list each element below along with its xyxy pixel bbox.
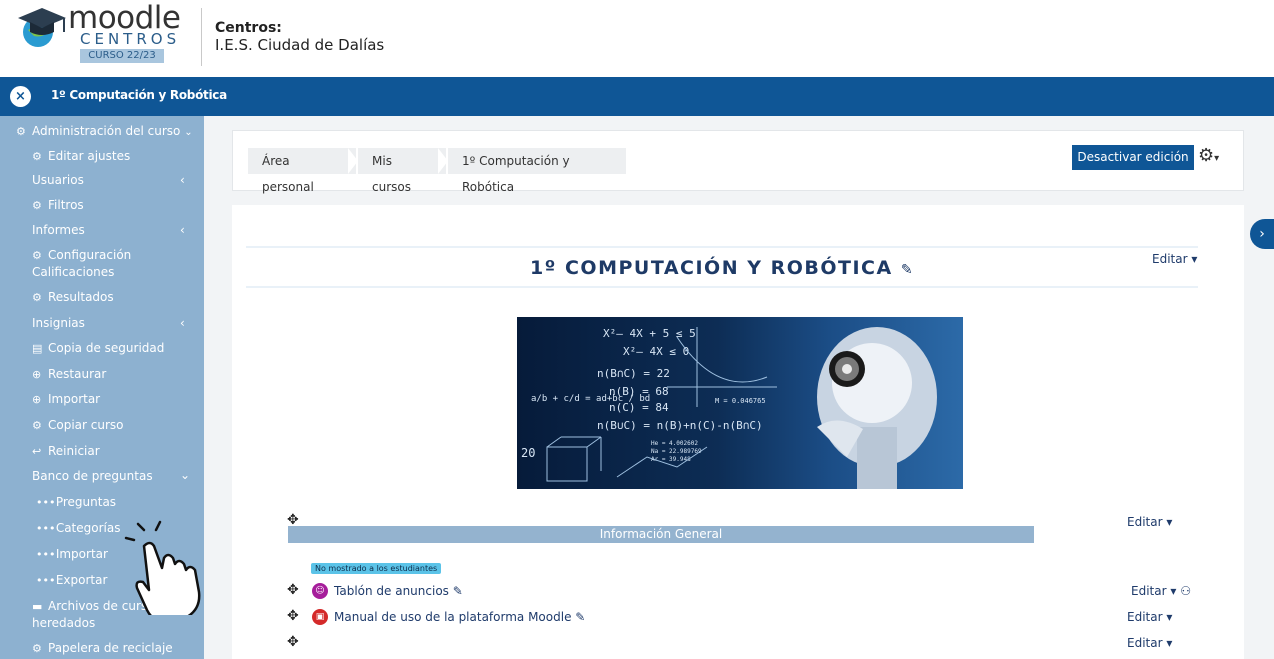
sidebar-item-resultados[interactable]: ⚙ Resultados — [32, 290, 114, 304]
banner-formula: He = 4.002602 — [651, 440, 698, 447]
banner-formula: n(B∪C) = n(B)+n(C)-n(B∩C) — [597, 419, 763, 432]
banner-formula: X²– 4X ≤ 0 — [623, 345, 689, 358]
drawer-toggle-chevron-right-icon[interactable]: › — [1250, 219, 1274, 249]
banner-formula: X²– 4X + 5 ≤ 5 — [603, 327, 696, 340]
activity-link-manual[interactable]: Manual de uso de la plataforma Moodle ✎ — [334, 610, 585, 624]
logo-curso-badge: CURSO 22/23 — [80, 49, 164, 63]
hand-pointer-cursor-icon — [124, 520, 201, 615]
sidebar-item-exportar[interactable]: ••• Exportar — [36, 573, 107, 587]
breadcrumb-item-course[interactable]: 1º Computación y Robótica — [448, 148, 626, 194]
move-icon[interactable]: ✥ — [287, 582, 299, 598]
course-title: 1º COMPUTACIÓN Y ROBÓTICA ✎ — [529, 257, 915, 279]
section-editar-menu[interactable]: Editar ▾ — [1127, 515, 1172, 529]
dots-icon: ••• — [36, 574, 56, 587]
ai-math-banner: X²– 4X + 5 ≤ 5 X²– 4X ≤ 0 n(B∩C) = 22 n(… — [521, 327, 937, 489]
sidebar-item-administracion[interactable]: ⚙ Administración del curso ⌄ — [16, 124, 193, 138]
sidebar-item-restaurar[interactable]: ⊕ Restaurar — [32, 367, 106, 381]
activity-editar-menu[interactable]: Editar ▾ ⚇ — [1131, 584, 1191, 598]
upload-icon: ⊕ — [32, 393, 42, 406]
centro-label: Centros: — [215, 20, 282, 36]
dots-icon: ••• — [36, 548, 56, 561]
sidebar-item-informes[interactable]: Informes — [32, 223, 85, 237]
chevron-left-icon: ‹ — [180, 316, 185, 330]
move-icon[interactable]: ✥ — [287, 634, 299, 650]
gears-icon: ⚙ — [32, 291, 42, 304]
gears-icon: ⚙ — [16, 125, 26, 138]
pdf-icon: ▣ — [312, 609, 328, 625]
pencil-edit-icon[interactable]: ✎ — [575, 610, 585, 624]
top-navbar: × 1º Computación y Robótica — [0, 77, 1274, 116]
robot-head-illustration — [817, 327, 937, 489]
sidebar-item-reiniciar[interactable]: ↩ Reiniciar — [32, 444, 100, 458]
logo-centros: CENTROS — [80, 30, 181, 48]
section-name-informacion-general[interactable]: Información General — [288, 526, 1034, 543]
caret-down-icon: ▾ — [1214, 153, 1220, 164]
backup-icon: ▤ — [32, 342, 43, 355]
banner-formula: M = 0.046765 — [715, 397, 766, 405]
sidebar-item-preguntas[interactable]: ••• Preguntas — [36, 495, 116, 509]
sidebar-item-editar-ajustes[interactable]: ⚙ Editar ajustes — [32, 149, 130, 163]
sidebar-item-importar[interactable]: ⊕ Importar — [32, 392, 100, 406]
chevron-left-icon: ‹ — [180, 173, 185, 187]
gears-icon: ⚙ — [32, 150, 42, 163]
centro-name: I.E.S. Ciudad de Dalías — [215, 36, 385, 54]
banner-formula: a/b + c/d = ad+bc / bd — [531, 394, 650, 404]
header-divider — [201, 8, 202, 66]
sidebar-item-usuarios[interactable]: Usuarios — [32, 173, 84, 187]
chevron-left-icon: ‹ — [180, 223, 185, 237]
gears-icon: ⚙ — [32, 249, 42, 262]
forum-icon: ☺ — [312, 583, 328, 599]
banner-formula: Na = 22.989769 — [651, 448, 702, 455]
sidebar-item-papelera[interactable]: ⚙ Papelera de reciclaje — [32, 641, 173, 655]
sidebar-item-copia-seguridad[interactable]: ▤ Copia de seguridad — [32, 341, 164, 355]
activity-editar-menu[interactable]: Editar ▾ — [1127, 636, 1172, 650]
banner-formula: n(B∩C) = 22 — [597, 367, 670, 380]
folder-icon: ▬ — [32, 600, 43, 613]
sidebar-item-configuracion-calificaciones[interactable]: ⚙ Configuración Calificaciones — [32, 247, 202, 280]
dots-icon: ••• — [36, 496, 56, 509]
sidebar-item-banco-preguntas[interactable]: Banco de preguntas — [32, 469, 153, 483]
upload-icon: ⊕ — [32, 368, 42, 381]
breadcrumb-item-area-personal[interactable]: Área personal — [248, 148, 356, 194]
chevron-down-icon: ⌄ — [184, 127, 193, 138]
gears-icon: ⚙ — [32, 199, 42, 212]
navbar-course-name[interactable]: 1º Computación y Robótica — [51, 88, 227, 102]
hidden-from-students-badge: No mostrado a los estudiantes — [311, 563, 442, 574]
close-drawer-button[interactable]: × — [10, 86, 31, 107]
site-header: moodle CENTROS CURSO 22/23 Centros: I.E.… — [0, 0, 1274, 77]
sidebar-item-copiar-curso[interactable]: ⚙ Copiar curso — [32, 418, 124, 432]
sidebar-item-filtros[interactable]: ⚙ Filtros — [32, 198, 84, 212]
sidebar-item-categorias[interactable]: ••• Categorías — [36, 521, 120, 535]
title-editar-menu[interactable]: Editar ▾ — [1152, 252, 1197, 266]
banner-formula: 20 — [521, 446, 535, 460]
graduation-cap-icon — [18, 8, 66, 47]
sidebar-item-insignias[interactable]: Insignias — [32, 316, 85, 330]
breadcrumb-separator — [348, 148, 358, 174]
chevron-down-icon: ⌄ — [180, 468, 191, 482]
reply-icon: ↩ — [32, 445, 42, 458]
desactivar-edicion-button[interactable]: Desactivar edición — [1072, 145, 1194, 170]
breadcrumb-item-mis-cursos[interactable]: Mis cursos — [358, 148, 446, 194]
move-icon[interactable]: ✥ — [287, 608, 299, 624]
gears-icon: ⚙ — [32, 419, 42, 432]
settings-gear-icon[interactable]: ⚙▾ — [1198, 145, 1219, 166]
pencil-edit-icon[interactable]: ✎ — [901, 262, 914, 278]
moodle-centros-logo[interactable]: moodle CENTROS CURSO 22/23 — [16, 0, 186, 64]
course-banner-image: X²– 4X + 5 ≤ 5 X²– 4X ≤ 0 n(B∩C) = 22 n(… — [517, 317, 963, 489]
gears-icon: ⚙ — [32, 642, 42, 655]
sidebar-item-importar-preguntas[interactable]: ••• Importar — [36, 547, 108, 561]
breadcrumb-separator — [438, 148, 448, 174]
activity-link-tablon[interactable]: Tablón de anuncios ✎ — [334, 584, 463, 598]
dots-icon: ••• — [36, 522, 56, 535]
activity-editar-menu[interactable]: Editar ▾ — [1127, 610, 1172, 624]
pencil-edit-icon[interactable]: ✎ — [453, 584, 463, 598]
user-icon[interactable]: ⚇ — [1180, 584, 1191, 598]
